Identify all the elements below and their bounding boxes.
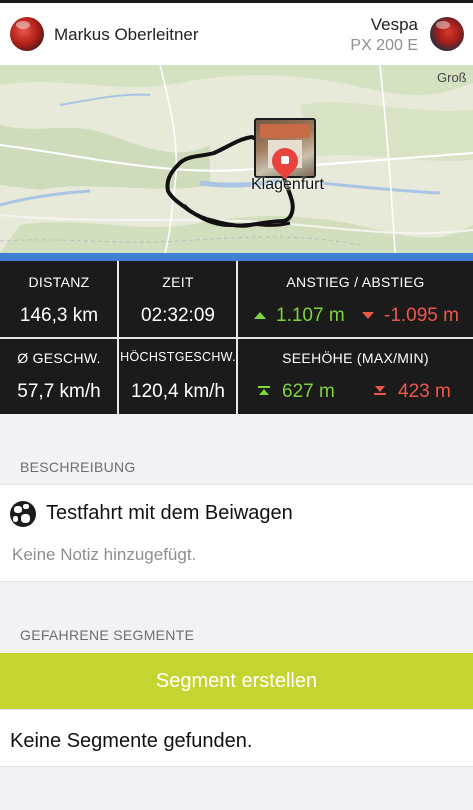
stat-max-speed: HÖCHSTGESCHW. 120,4 km/h (119, 339, 237, 414)
description-section-title: BESCHREIBUNG (20, 459, 136, 475)
stat-value: 146,3 km (19, 305, 99, 326)
map-corner-label: Groß (437, 70, 467, 85)
map-water-strip (0, 253, 473, 261)
altitude-max-icon (258, 386, 270, 395)
route-map[interactable] (0, 65, 473, 253)
stat-label: DISTANZ (28, 274, 90, 290)
ride-stats-panel: DISTANZ 146,3 km ZEIT 02:32:09 ANSTIEG /… (0, 261, 473, 414)
bike-name[interactable]: Vespa (371, 15, 418, 35)
stat-value: 120,4 km/h (131, 381, 225, 402)
no-segments-text: Keine Segmente gefunden. (10, 730, 253, 752)
altitude-min-text: 423 m (398, 381, 451, 402)
map-city-label: Klagenfurt (251, 176, 324, 193)
stat-avg-speed: Ø GESCHW. 57,7 km/h (0, 339, 118, 414)
ride-title[interactable]: Testfahrt mit dem Beiwagen (46, 502, 293, 525)
ride-note[interactable]: Keine Notiz hinzugefügt. (12, 545, 196, 565)
stat-time: ZEIT 02:32:09 (119, 261, 237, 337)
stat-value: 02:32:09 (141, 305, 215, 326)
descent-value: -1.095 m (362, 305, 473, 327)
ride-header: Markus Oberleitner Vespa PX 200 E (0, 3, 473, 65)
stat-label: ANSTIEG / ABSTIEG (286, 274, 425, 290)
ascent-arrow-icon (254, 312, 266, 319)
stat-label: SEEHÖHE (MAX/MIN) (282, 350, 429, 366)
altitude-min-icon (374, 386, 386, 395)
user-name[interactable]: Markus Oberleitner (54, 25, 199, 45)
create-segment-button[interactable]: Segment erstellen (0, 653, 473, 709)
stat-distance: DISTANZ 146,3 km (0, 261, 118, 337)
stat-altitude: SEEHÖHE (MAX/MIN) 627 m 423 m (238, 339, 473, 414)
map-terrain (0, 65, 473, 253)
description-panel[interactable]: Testfahrt mit dem Beiwagen Keine Notiz h… (0, 484, 473, 582)
segments-list: Keine Segmente gefunden. (0, 709, 473, 767)
stat-label: Ø GESCHW. (17, 350, 101, 366)
stat-label: HÖCHSTGESCHW. (120, 350, 236, 364)
bike-avatar[interactable] (430, 17, 464, 51)
stats-divider (236, 261, 238, 414)
ascent-text: 1.107 m (276, 305, 345, 326)
bike-model: PX 200 E (350, 37, 418, 54)
altitude-max-text: 627 m (282, 381, 335, 402)
user-avatar[interactable] (10, 17, 44, 51)
descent-text: -1.095 m (384, 305, 459, 326)
globe-icon (10, 501, 36, 527)
stat-value: 57,7 km/h (17, 381, 101, 402)
altitude-min: 423 m (374, 381, 473, 403)
stat-climb: ANSTIEG / ABSTIEG 1.107 m -1.095 m (238, 261, 473, 337)
stats-divider (117, 261, 119, 414)
ascent-value: 1.107 m (254, 305, 364, 327)
descent-arrow-icon (362, 312, 374, 319)
segments-section-title: GEFAHRENE SEGMENTE (20, 627, 195, 643)
camera-icon (281, 156, 289, 164)
altitude-max: 627 m (258, 381, 358, 403)
stat-label: ZEIT (162, 274, 194, 290)
